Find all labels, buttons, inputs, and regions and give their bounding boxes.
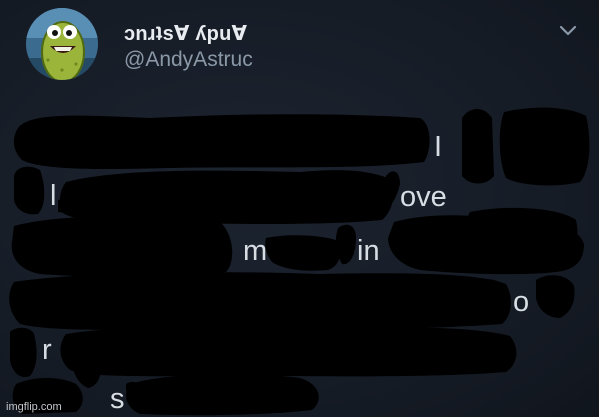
redaction-scribble bbox=[9, 107, 590, 416]
tweet-screenshot: ɔnɹʇsⱯ ʎpuⱯ @AndyAstruc I l ove m in o r… bbox=[0, 0, 599, 417]
watermark: imgflip.com bbox=[6, 401, 62, 413]
